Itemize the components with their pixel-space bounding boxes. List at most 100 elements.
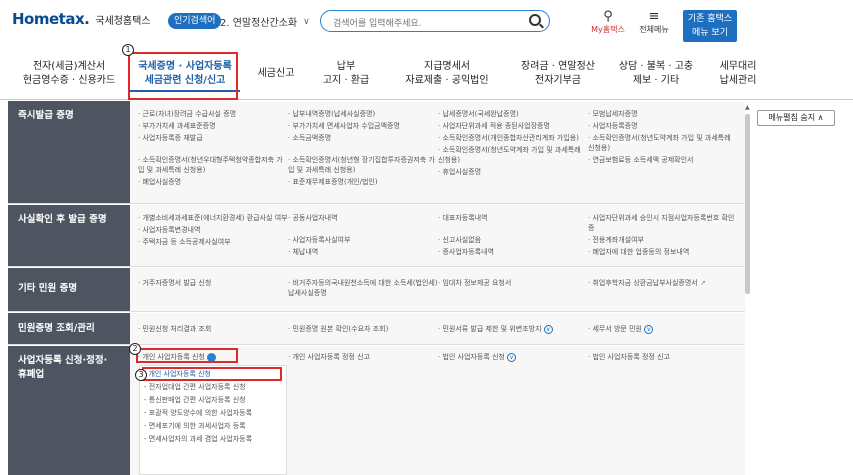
menu-link-text: · 세무서 방문 민원 [588, 325, 642, 333]
menu-link[interactable]: · 신고사실없음 [438, 235, 588, 245]
all-menu-label: 전체메뉴 [639, 25, 669, 34]
expand-icon[interactable]: ∨ [507, 352, 517, 362]
menu-link[interactable]: · 법인 사업자등록 정정 신고 [588, 352, 738, 362]
menu-link[interactable]: · 민원증명 원본 확인(수요자 조회) [288, 324, 438, 334]
nav-incentives[interactable]: 장려금 · 연말정산 전자기부금 [510, 60, 606, 88]
menu-link[interactable]: · 민원신청 처리결과 조회 [138, 324, 288, 334]
search-input[interactable] [333, 14, 523, 34]
menu-link[interactable]: · 사업자단위과세 적용 종된사업장증명 [438, 121, 588, 131]
menu-link[interactable]: · 사업자등록증명 [588, 121, 738, 131]
all-menu-button[interactable]: ≡ 전체메뉴 [634, 10, 674, 35]
nav-tax-agent[interactable]: 세무대리 납세관리 [708, 60, 768, 88]
menu-link[interactable]: · 사업자단위과세 승인시 지점사업자등록번호 확인증 [588, 213, 738, 233]
scroll-thumb[interactable] [745, 114, 750, 294]
section-body: · 개별소비세과세표준(에너지환경세) 환급사실 여부 · 사업자등록변경내역 … [130, 205, 745, 266]
legacy-menu-line2: 메뉴 보기 [692, 28, 728, 38]
menu-link[interactable]: · 소득금액증명 [288, 133, 438, 143]
submenu-item[interactable]: - 전자업대업 간편 사업자등록 신청 [144, 382, 286, 392]
menu-link[interactable]: · 소득확인증명서(청년도약계좌 가입 및 과세특례 신청용) [588, 133, 738, 153]
menu-link[interactable]: · 사업자등록증 재발급 [138, 133, 288, 143]
menu-link[interactable]: · 사업자등록변경내역 [138, 225, 288, 235]
menu-link-text: · 민원서류 발급 제한 및 위변조방지 [438, 325, 542, 333]
menu-link[interactable]: · 연금보험료등 소득세액 공제확인서 [588, 155, 738, 165]
scroll-up-icon[interactable]: ▲ [745, 104, 750, 111]
menu-link[interactable]: · 민원서류 발급 제한 및 위변조방지 ∨ [438, 324, 588, 334]
menu-link[interactable]: · 모범납세자증명 [588, 109, 738, 119]
menu-link[interactable]: · 임대차 정보제공 요청서 [438, 278, 588, 288]
column: · 법인 사업자등록 정정 신고 [588, 352, 738, 364]
nav-e-invoice[interactable]: 전자(세금)계산서 현금영수증 · 신용카드 [14, 60, 124, 88]
menu-link-text: · 법인 사업자등록 신청 [438, 353, 505, 361]
menu-collapse-button[interactable]: 메뉴펼침 숨지 ∧ [757, 110, 835, 126]
menu-link[interactable]: · 개별소비세과세표준(에너지환경세) 환급사실 여부 [138, 213, 288, 223]
menu-link[interactable]: · 부가가치세 면세사업자 수입금액증명 [288, 121, 438, 131]
expand-icon[interactable]: ∨ [543, 324, 553, 334]
menu-link[interactable]: · 휴업사실증명 [438, 167, 588, 177]
column: · 민원증명 원본 확인(수요자 조회) [288, 324, 438, 336]
menu-content: 즉시발급 증명 · 근로(자녀)장려금 수급사실 증명 · 부가가치세 과세표준… [8, 101, 745, 475]
menu-link[interactable]: · 법인 사업자등록 신청 ∨ [438, 352, 588, 362]
menu-link[interactable]: · 주택자금 등 소득공제사실여부 [138, 237, 288, 247]
menu-link[interactable]: · 표준재무제표증명(개인/법인) [288, 177, 438, 187]
section-other-certs: 기타 민원 증명 · 거주자증명서 발급 신청 · 비거주자등의국내원천소득에 … [8, 268, 745, 312]
menu-link-text: · 취업후학자금 상환금납부사실증명서 [588, 279, 698, 287]
menu-link[interactable]: · 소득확인증명서(개인종합자산관리계좌 가입용) [438, 133, 588, 143]
nav-tax-filing[interactable]: 세금신고 [252, 67, 300, 81]
menu-link[interactable]: · 폐업사실증명 [138, 177, 288, 187]
nav-label: 현금영수증 · 신용카드 [22, 75, 116, 86]
menu-link[interactable]: · 대표자등록내역 [438, 213, 588, 223]
nav-consulting[interactable]: 상담 · 불복 · 고충 제보 · 기타 [616, 60, 696, 88]
menu-link[interactable]: · 전용계좌개설여부 [588, 235, 738, 245]
menu-link[interactable]: · 부가가치세 과세표준증명 [138, 121, 288, 131]
menu-link[interactable]: · 사업자등록사실여부 [288, 235, 438, 245]
logo-korean: 국세청홈택스 [95, 15, 151, 27]
logo-text: Hometax. [12, 10, 90, 28]
nav-label: 상담 · 불복 · 고충 [618, 61, 694, 72]
submenu-item[interactable]: - 면세사업자의 과세 겸업 사업자등록 [144, 434, 286, 444]
expand-icon[interactable]: ∨ [644, 324, 654, 334]
section-instant-certs: 즉시발급 증명 · 근로(자녀)장려금 수급사실 증명 · 부가가치세 과세표준… [8, 101, 745, 204]
nav-label: 고지 · 환급 [322, 75, 370, 86]
column: · 개인 사업자등록 정정 신고 [288, 352, 438, 364]
menu-link[interactable]: · 취업후학자금 상환금납부사실증명서 ↗ [588, 278, 738, 288]
user-icon: ⚲ [603, 9, 613, 24]
hometax-logo[interactable]: Hometax. 국세청홈택스 [12, 10, 151, 28]
scrollbar[interactable]: ▲ [745, 104, 751, 475]
submenu-item[interactable]: - 면세포기에 의한 과세사업자 등록 [144, 421, 286, 431]
popular-search-select[interactable]: 2. 연말정산간소화 ∨ [220, 14, 310, 30]
nav-payment-statements[interactable]: 지급명세서 자료제출 · 공익법인 [392, 60, 502, 88]
menu-link[interactable]: · 비거주자등의국내원천소득에 대한 소득세(법인세) 납세사실증명 [288, 278, 438, 298]
menu-link[interactable]: · 납세증명서(국세완납증명) [438, 109, 588, 119]
submenu-item[interactable]: - 통신판매업 간편 사업자등록 신청 [144, 395, 286, 405]
search-icon[interactable] [529, 14, 541, 26]
menu-link[interactable]: · 근로(자녀)장려금 수급사실 증명 [138, 109, 288, 119]
submenu-item[interactable]: - 포괄적 양도양수에 의한 사업자등록 [144, 408, 286, 418]
section-label: 즉시발급 증명 [8, 101, 130, 203]
menu-link[interactable]: · 체납내역 [288, 247, 438, 257]
menu-link[interactable]: · 거주자증명서 발급 신청 [138, 278, 288, 288]
highlight-box-3 [142, 367, 282, 381]
menu-link[interactable]: · 증사업자등록내역 [438, 247, 588, 257]
nav-payment[interactable]: 납부 고지 · 환급 [312, 60, 380, 88]
column: · 취업후학자금 상환금납부사실증명서 ↗ [588, 278, 738, 290]
chevron-down-icon: ∨ [303, 16, 310, 27]
external-link-icon: ↗ [699, 279, 706, 287]
my-hometax-button[interactable]: ⚲ My홈택스 [590, 10, 626, 35]
section-label-line: 휴폐업 [18, 369, 45, 380]
legacy-menu-button[interactable]: 기존 홈택스 메뉴 보기 [683, 10, 737, 42]
menu-link[interactable]: · 소득확인증명서(청년형 장기집합투자증권저축 가입 및 과세특례 신청용) [288, 155, 438, 175]
menu-link[interactable]: · 개인 사업자등록 정정 신고 [288, 352, 438, 362]
menu-link[interactable]: · 소득확인증명서(청년도약계좌 가입 및 과세특례 신청용) [438, 145, 588, 165]
menu-link[interactable]: · 세무서 방문 민원 ∨ [588, 324, 738, 334]
column: · 거주자증명서 발급 신청 [138, 278, 288, 290]
menu-link[interactable]: · 납부내역증명(납세사실증명) [288, 109, 438, 119]
highlight-box-1 [128, 52, 238, 100]
menu-link[interactable]: · 폐업자에 대한 업종등의 정보내역 [588, 247, 738, 257]
menu-link[interactable]: · 공동사업자내역 [288, 213, 438, 223]
section-body: · 민원신청 처리결과 조회 · 민원증명 원본 확인(수요자 조회) · 민원… [130, 313, 745, 344]
column: · 대표자등록내역 · 신고사실없음 · 증사업자등록내역 [438, 213, 588, 259]
nav-label: 장려금 · 연말정산 [521, 61, 595, 72]
section-cert-inquiry: 민원증명 조회/관리 · 민원신청 처리결과 조회 · 민원증명 원본 확인(수… [8, 313, 745, 345]
menu-link[interactable]: · 소득확인증명서(청년우대형주택청약종합저축 가입 및 과세특례 신청용) [138, 155, 288, 175]
nav-label: 세금신고 [257, 68, 295, 79]
